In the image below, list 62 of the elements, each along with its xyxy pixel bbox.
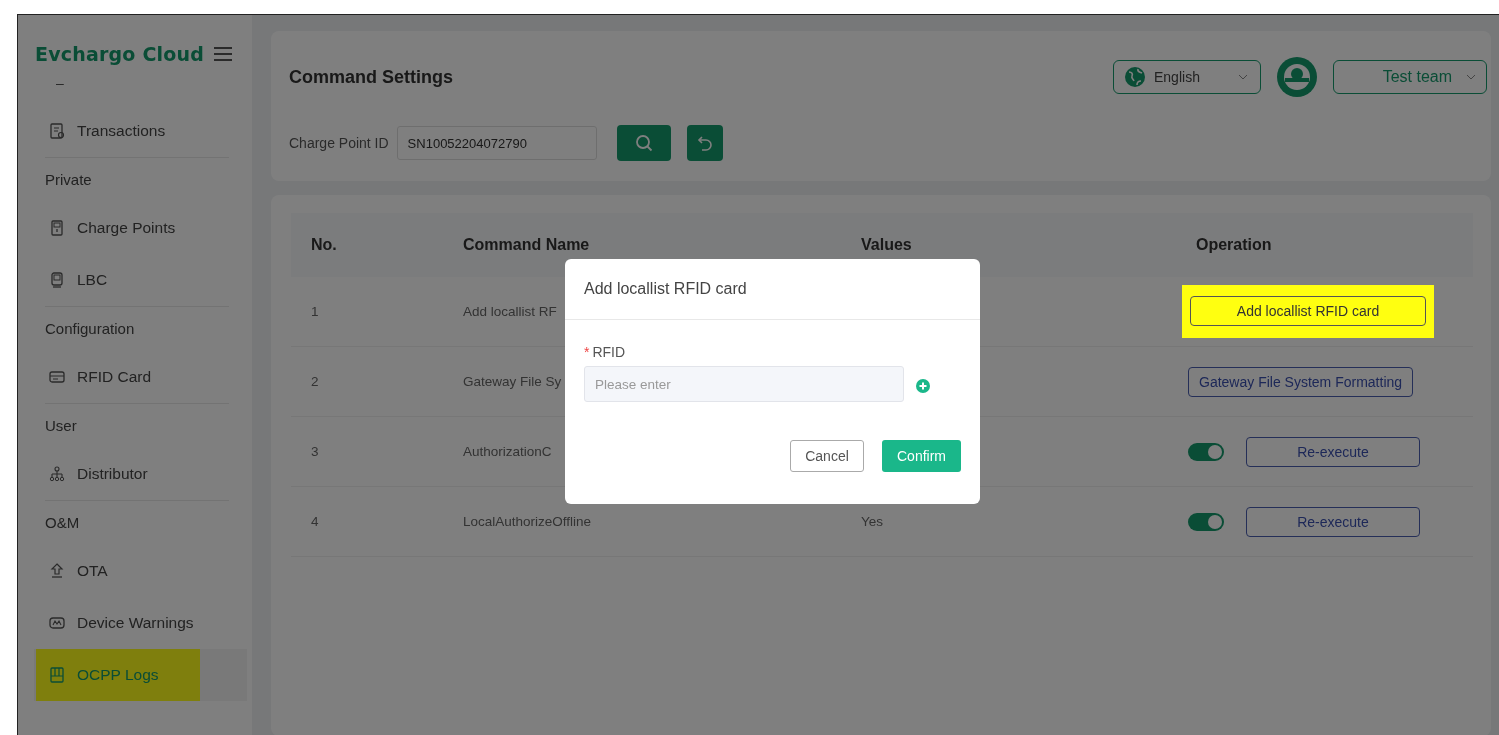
team-select[interactable]: Test team <box>1333 60 1487 94</box>
table-cell: Yes <box>861 514 884 529</box>
required-mark: * <box>584 344 590 360</box>
upload-icon <box>49 563 65 579</box>
table-cell: 1 <box>311 304 319 319</box>
table-cell: LocalAuthorizeOffline <box>463 514 592 529</box>
menu-group-heading: Configuration <box>44 319 136 339</box>
add-icon[interactable] <box>916 379 930 393</box>
rfid-input[interactable]: Please enter <box>584 366 904 402</box>
brand-logo: Evchargo Cloud <box>35 43 205 65</box>
sidebar-item[interactable]: Device Warnings <box>18 597 252 649</box>
reset-button[interactable] <box>686 125 723 161</box>
column-header: No. <box>310 236 338 254</box>
column-header: Command Name <box>462 236 591 254</box>
search-button[interactable] <box>616 125 671 161</box>
sidebar-item[interactable]: Distributor <box>18 448 252 500</box>
table-cell: AuthorizationC <box>463 444 552 459</box>
re-execute-button[interactable]: Re-execute <box>1246 436 1420 467</box>
globe-icon <box>1124 66 1146 88</box>
menu-icon <box>212 45 235 63</box>
operation-button[interactable]: Add locallist RFID card <box>1190 296 1426 326</box>
sidebar-item[interactable]: OCPP Logs <box>34 649 247 701</box>
hierarchy-icon <box>49 466 65 482</box>
table-cell: 3 <box>311 444 319 459</box>
avatar-icon <box>1277 57 1317 97</box>
menu-group-heading: User <box>44 416 78 436</box>
caret-icon <box>1238 74 1248 80</box>
field-label: Charge Point ID <box>289 135 389 151</box>
undo-icon <box>696 135 713 151</box>
sidebar-item[interactable]: Charge Points <box>18 202 252 254</box>
page-title: Command Settings <box>289 66 453 88</box>
device-icon <box>49 272 65 288</box>
card-icon <box>49 369 65 385</box>
search-icon <box>634 134 653 152</box>
column-header: Operation <box>1195 236 1273 254</box>
language-select[interactable]: English <box>1113 60 1261 94</box>
log-icon <box>49 667 65 683</box>
table-cell: Gateway File Sy <box>463 374 562 389</box>
menu-group-heading: Private <box>44 170 93 190</box>
table-cell: 2 <box>311 374 319 389</box>
charger-icon <box>49 220 65 236</box>
re-execute-button[interactable]: Re-execute <box>1246 506 1420 537</box>
confirm-button[interactable]: Confirm <box>882 440 961 472</box>
sidebar-item[interactable]: Transactions <box>18 105 252 157</box>
column-header: Values <box>860 236 913 254</box>
dialog-title: Add locallist RFID card <box>565 259 980 320</box>
table-cell: Add locallist RF <box>463 304 557 319</box>
monitor-icon <box>49 615 65 631</box>
document-icon <box>49 123 65 139</box>
toggle-switch[interactable] <box>1188 442 1224 461</box>
sidebar-item[interactable]: LBC <box>18 254 252 306</box>
menu-group-heading: O&M <box>44 513 81 533</box>
id-input[interactable]: SN10052204072790 <box>396 126 597 160</box>
sidebar-item[interactable]: OTA <box>18 545 252 597</box>
field-label: RFID <box>592 344 626 360</box>
operation-button[interactable]: Gateway File System Formatting <box>1188 366 1414 397</box>
cancel-button[interactable]: Cancel <box>790 440 864 472</box>
caret-icon <box>1466 74 1476 80</box>
table-cell: 4 <box>311 514 319 529</box>
menu-item-fragment: – <box>55 74 65 93</box>
toggle-switch[interactable] <box>1188 512 1224 531</box>
sidebar-item[interactable]: RFID Card <box>18 351 252 403</box>
